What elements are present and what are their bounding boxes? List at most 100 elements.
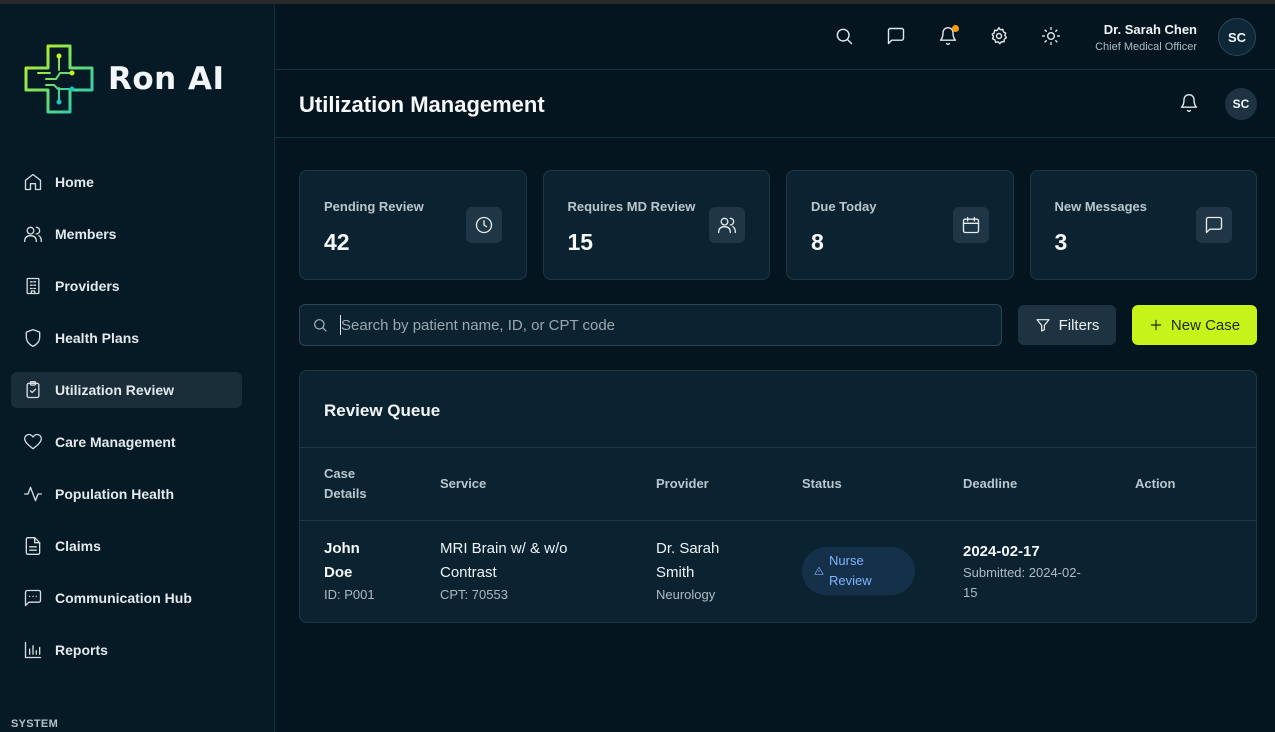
review-queue-card: Review Queue Case Details Service Provid… [299, 370, 1257, 623]
stat-value: 42 [324, 229, 350, 255]
new-case-button[interactable]: New Case [1132, 305, 1257, 345]
column-header-provider: Provider [656, 476, 709, 491]
sidebar-item-label: Home [55, 174, 94, 190]
table-header: Case Details Service Provider Status Dea… [300, 447, 1256, 521]
table-row[interactable]: John Doe ID: P001 MRI Brain w/ & w/o Con… [300, 521, 1256, 622]
users-icon [709, 207, 745, 243]
user-name: Dr. Sarah Chen [1103, 22, 1197, 37]
provider-cell: Dr. Sarah Smith Neurology [656, 537, 746, 605]
filter-icon [1035, 319, 1050, 332]
gear-icon[interactable] [989, 26, 1011, 48]
page-title: Utilization Management [299, 92, 545, 117]
sidebar-item-reports[interactable]: Reports [11, 632, 242, 668]
sidebar-nav: Home Members Providers Health Plans Util… [11, 164, 242, 684]
app-name: Ron AI [108, 61, 225, 97]
message-icon[interactable] [886, 26, 908, 48]
plus-icon [1150, 319, 1162, 331]
provider-specialty: Neurology [656, 587, 716, 602]
sidebar: Ron AI Home Members Providers Health Pla… [0, 4, 275, 732]
sidebar-item-claims[interactable]: Claims [11, 528, 242, 564]
cpt-code: CPT: 70553 [440, 587, 508, 602]
column-header-service: Service [440, 476, 487, 491]
message-square-icon [23, 588, 43, 608]
search-icon [314, 319, 327, 332]
filters-button-label: Filters [1058, 316, 1100, 334]
sidebar-item-utilization-review[interactable]: Utilization Review [11, 372, 242, 408]
deadline-cell: 2024-02-17 Submitted: 2024-02-15 [963, 541, 1083, 603]
patient-id: ID: P001 [324, 587, 375, 602]
clock-icon [465, 207, 502, 243]
column-header-case-details: Case Details [324, 466, 367, 501]
search-bar [299, 304, 1002, 346]
sidebar-item-label: Utilization Review [55, 382, 175, 398]
heart-icon [23, 432, 43, 452]
user-avatar[interactable]: SC [1218, 18, 1256, 56]
warning-triangle-icon [814, 566, 824, 575]
sidebar-item-label: Claims [55, 538, 101, 554]
column-header-action: Action [1135, 476, 1176, 491]
status-badge: Nurse Review [802, 547, 915, 595]
bell-icon[interactable] [1179, 93, 1201, 115]
sidebar-item-label: Health Plans [55, 330, 140, 346]
sidebar-item-population-health[interactable]: Population Health [11, 476, 242, 512]
stat-label: Requires MD Review [567, 199, 696, 214]
user-role: Chief Medical Officer [1095, 41, 1197, 53]
stat-value: 15 [567, 229, 594, 255]
notification-dot [952, 25, 959, 32]
patient-name: John Doe [324, 540, 360, 581]
new-case-button-label: New Case [1170, 316, 1241, 334]
sidebar-item-label: Communication Hub [55, 590, 192, 606]
search-icon[interactable] [834, 26, 856, 48]
stat-card-pending-review[interactable]: Pending Review 42 [299, 170, 527, 280]
file-text-icon [23, 536, 43, 556]
sidebar-item-members[interactable]: Members [11, 216, 242, 252]
service-cell: MRI Brain w/ & w/o Contrast CPT: 70553 [440, 537, 610, 605]
sidebar-item-care-management[interactable]: Care Management [11, 424, 242, 460]
column-header-status: Status [802, 476, 842, 491]
bar-chart-icon [23, 640, 43, 660]
users-icon [23, 224, 43, 244]
stat-value: 3 [1054, 229, 1068, 255]
service-name: MRI Brain w/ & w/o Contrast [440, 540, 568, 581]
sidebar-item-label: Members [55, 226, 117, 242]
deadline-date: 2024-02-17 [963, 543, 1040, 560]
medical-cross-logo-icon [24, 44, 94, 114]
clipboard-check-icon [23, 380, 43, 400]
status-label: Nurse Review [829, 553, 872, 588]
sidebar-item-providers[interactable]: Providers [11, 268, 242, 304]
filters-button[interactable]: Filters [1018, 305, 1116, 345]
provider-name: Dr. Sarah Smith [656, 540, 720, 581]
sidebar-item-label: Reports [55, 642, 108, 658]
stats-row: Pending Review 42 Requires MD Review 15 … [299, 170, 1257, 280]
building-icon [23, 276, 43, 296]
stat-card-new-messages[interactable]: New Messages 3 [1029, 170, 1257, 280]
sidebar-item-communication-hub[interactable]: Communication Hub [11, 580, 242, 616]
submitted-date: Submitted: 2024-02-15 [963, 565, 1081, 600]
sidebar-item-home[interactable]: Home [11, 164, 242, 200]
sidebar-section-label: SYSTEM [11, 718, 59, 730]
home-icon [23, 172, 43, 192]
stat-label: New Messages [1054, 199, 1148, 214]
page-header: Utilization Management SC [275, 70, 1275, 138]
message-icon [1196, 207, 1232, 243]
sidebar-item-label: Providers [55, 278, 120, 294]
avatar[interactable]: SC [1225, 88, 1257, 120]
stat-label: Pending Review [324, 199, 424, 214]
shield-icon [23, 328, 43, 348]
sidebar-item-health-plans[interactable]: Health Plans [11, 320, 242, 356]
sun-icon[interactable] [1041, 26, 1063, 48]
search-input[interactable] [340, 315, 1001, 335]
stat-value: 8 [811, 229, 824, 255]
sidebar-item-label: Population Health [55, 486, 174, 502]
case-details-cell: John Doe ID: P001 [324, 537, 384, 605]
stat-card-requires-md-review[interactable]: Requires MD Review 15 [542, 170, 770, 280]
stat-label: Due Today [811, 199, 877, 214]
review-queue-title: Review Queue [324, 401, 441, 420]
bell-icon[interactable] [938, 25, 960, 48]
activity-icon [23, 484, 43, 504]
top-header: Dr. Sarah Chen Chief Medical Officer SC [275, 4, 1275, 70]
calendar-icon [952, 207, 989, 243]
stat-card-due-today[interactable]: Due Today 8 [786, 170, 1014, 280]
app-logo[interactable]: Ron AI [24, 44, 225, 114]
sidebar-item-label: Care Management [55, 434, 176, 450]
